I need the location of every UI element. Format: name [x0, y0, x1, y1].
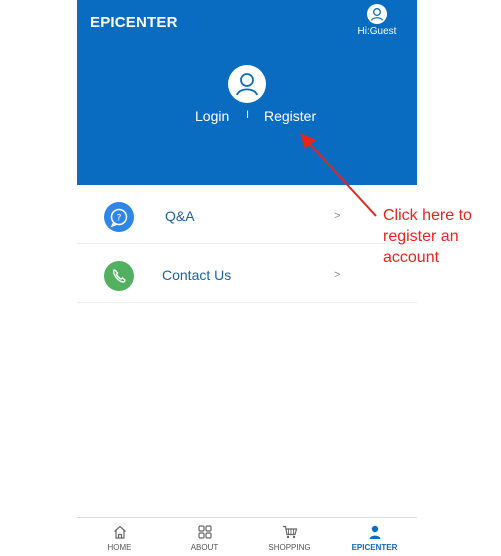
menu-item-qa[interactable]: ? Q&A >	[77, 185, 417, 244]
menu-item-label: Contact Us	[162, 267, 232, 283]
link-separator: I	[246, 109, 250, 121]
top-bar: EPICENTER Hi:Guest	[77, 0, 417, 44]
profile-avatar-icon	[228, 65, 266, 103]
app-screen: EPICENTER Hi:Guest Login I Register ? Q&…	[77, 0, 417, 556]
home-icon	[112, 524, 128, 540]
tab-home[interactable]: HOME	[77, 518, 162, 556]
grid-icon	[197, 524, 213, 540]
tab-shopping[interactable]: SHOPPING	[247, 518, 332, 556]
profile-header: Login I Register	[77, 44, 417, 185]
chat-question-icon: ?	[104, 202, 134, 232]
svg-text:?: ?	[117, 214, 122, 224]
register-link[interactable]: Register	[264, 108, 316, 124]
tab-label: ABOUT	[190, 543, 219, 552]
bottom-tab-bar: HOME ABOUT SHOPPING EPICENTER	[77, 517, 417, 556]
tab-label: EPICENTER	[351, 543, 398, 552]
app-title: EPICENTER	[90, 14, 178, 31]
user-avatar-icon[interactable]	[367, 4, 387, 24]
tab-label: HOME	[107, 543, 132, 552]
annotation-text: Click here to register an account	[383, 207, 472, 266]
chevron-right-icon: >	[334, 210, 341, 222]
tab-epicenter[interactable]: EPICENTER	[332, 518, 417, 556]
cart-icon	[282, 524, 298, 540]
person-icon	[367, 524, 383, 540]
login-link[interactable]: Login	[195, 108, 229, 124]
auth-links: Login I Register	[77, 108, 417, 128]
phone-icon	[104, 261, 134, 291]
guest-label: Hi:Guest	[357, 26, 397, 37]
guest-account[interactable]: Hi:Guest	[355, 4, 399, 37]
tab-label: SHOPPING	[268, 543, 311, 552]
menu-list: ? Q&A > Contact Us >	[77, 185, 417, 303]
chevron-right-icon: >	[334, 269, 341, 281]
menu-item-label: Q&A	[165, 208, 195, 224]
tab-about[interactable]: ABOUT	[162, 518, 247, 556]
menu-item-contact-us[interactable]: Contact Us >	[77, 244, 417, 303]
